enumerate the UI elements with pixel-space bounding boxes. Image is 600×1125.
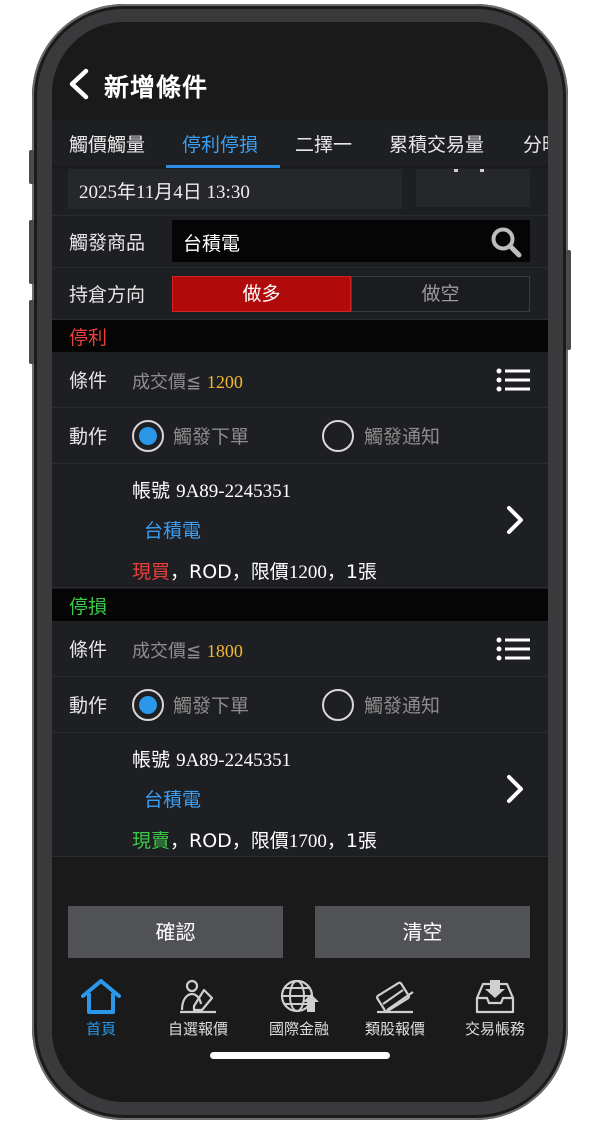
nav-home[interactable]: 首頁 — [56, 976, 146, 1039]
position-direction-label: 持倉方向 — [69, 284, 146, 306]
globe-icon — [280, 979, 319, 1013]
app-screen: 新增條件 觸價觸量 停利停損 二擇一 累積交易量 分時 2025年11月4日 1… — [52, 22, 548, 1102]
take-profit-title: 停利 — [69, 327, 108, 349]
order-side: 現賣 — [132, 830, 171, 852]
sector-icon — [376, 981, 414, 1014]
volume-down-button — [29, 300, 34, 364]
take-profit-action-row: 動作 觸發下單 觸發通知 — [52, 408, 548, 464]
account-prefix: 帳號 — [132, 480, 171, 502]
nav-international-label: 國際金融 — [268, 1020, 329, 1038]
order-summary: 現賣，ROD，限價1700，1張 — [132, 826, 377, 853]
nav-international[interactable]: 國際金融 — [254, 976, 344, 1039]
datetime-extra-field[interactable] — [416, 169, 530, 207]
order-stock: 台積電 — [144, 520, 202, 542]
search-icon[interactable] — [490, 226, 522, 258]
long-button[interactable]: 做多 — [172, 276, 351, 312]
trigger-order-radio[interactable] — [132, 420, 164, 452]
tab-take-profit-stop-loss[interactable]: 停利停損 — [182, 130, 258, 157]
confirm-button[interactable]: 確認 — [68, 906, 283, 958]
list-icon[interactable] — [496, 368, 530, 392]
condition-tabs: 觸價觸量 停利停損 二擇一 累積交易量 分時 — [52, 120, 548, 166]
order-details-a: ，ROD，限價 — [170, 830, 289, 852]
trigger-stock-input[interactable]: 台積電 — [172, 220, 530, 262]
condition-text: 成交價≦ 1200 — [132, 368, 243, 394]
condition-label: 條件 — [69, 639, 108, 661]
list-icon[interactable] — [496, 637, 530, 661]
watchlist-icon — [180, 979, 216, 1014]
bottom-navigation: 首頁 自選報價 國際金融 類股報價 交易帳務 — [52, 970, 548, 1102]
order-summary: 現買，ROD，限價1200，1張 — [132, 557, 377, 584]
nav-home-label: 首頁 — [85, 1020, 116, 1038]
order-details-b: ，1張 — [326, 561, 377, 583]
trigger-notify-label: 觸發通知 — [364, 426, 441, 448]
order-price: 1200 — [288, 562, 327, 583]
datetime-value: 2025年11月4日 13:30 — [79, 182, 250, 203]
stop-loss-title: 停損 — [69, 596, 108, 618]
tab-touch-price-volume[interactable]: 觸價觸量 — [69, 130, 145, 157]
account-text: 帳號 9A89-2245351 — [132, 476, 291, 503]
page-title: 新增條件 — [104, 73, 209, 102]
account-tray-icon — [475, 980, 515, 1014]
take-profit-condition-row[interactable]: 條件 成交價≦ 1200 — [52, 352, 548, 408]
trigger-notify-radio[interactable] — [322, 420, 354, 452]
trigger-notify-label: 觸發通知 — [364, 695, 441, 717]
condition-prefix: 成交價≦ — [132, 372, 202, 393]
chevron-right-icon[interactable] — [504, 504, 526, 536]
stop-loss-order-row[interactable]: 帳號 9A89-2245351 台積電 現賣，ROD，限價1700，1張 — [52, 733, 548, 857]
trigger-order-label: 觸發下單 — [173, 695, 250, 717]
trigger-order-label: 觸發下單 — [173, 426, 250, 448]
home-icon — [81, 979, 121, 1014]
action-label: 動作 — [69, 695, 108, 717]
trigger-stock-value: 台積電 — [183, 233, 241, 255]
tab-either-or[interactable]: 二擇一 — [295, 130, 352, 157]
datetime-field[interactable]: 2025年11月4日 13:30 — [68, 169, 402, 209]
condition-label: 條件 — [69, 370, 108, 392]
nav-trading-account-label: 交易帳務 — [464, 1020, 525, 1038]
trigger-stock-label: 觸發商品 — [69, 232, 146, 254]
home-indicator — [210, 1052, 390, 1059]
nav-trading-account[interactable]: 交易帳務 — [450, 976, 540, 1039]
volume-up-button — [29, 220, 34, 284]
account-text: 帳號 9A89-2245351 — [132, 745, 291, 772]
top-bar: 新增條件 — [52, 22, 548, 120]
condition-price: 1200 — [206, 372, 243, 392]
order-details-a: ，ROD，限價 — [170, 561, 289, 583]
back-arrow-icon[interactable] — [66, 68, 94, 100]
nav-watchlist-label: 自選報價 — [167, 1020, 228, 1038]
action-label: 動作 — [69, 426, 108, 448]
take-profit-heading: 停利 — [52, 320, 548, 352]
condition-prefix: 成交價≦ — [132, 641, 202, 662]
tab-time-sharing[interactable]: 分時 — [523, 130, 548, 157]
order-stock: 台積電 — [144, 789, 202, 811]
account-number: 9A89-2245351 — [176, 481, 292, 502]
nav-watchlist[interactable]: 自選報價 — [153, 976, 243, 1039]
stop-loss-condition-row[interactable]: 條件 成交價≦ 1800 — [52, 621, 548, 677]
order-details-b: ，1張 — [326, 830, 377, 852]
condition-text: 成交價≦ 1800 — [132, 637, 243, 663]
nav-sector-quotes-label: 類股報價 — [364, 1020, 425, 1038]
nav-sector-quotes[interactable]: 類股報價 — [350, 976, 440, 1039]
mute-switch — [29, 150, 34, 184]
account-number: 9A89-2245351 — [176, 750, 292, 771]
clear-button[interactable]: 清空 — [315, 906, 530, 958]
condition-price: 1800 — [206, 641, 243, 661]
trigger-notify-radio[interactable] — [322, 689, 354, 721]
short-button[interactable]: 做空 — [351, 276, 530, 312]
stop-loss-heading: 停損 — [52, 589, 548, 621]
power-button — [566, 250, 571, 350]
chevron-right-icon[interactable] — [504, 773, 526, 805]
trigger-order-radio[interactable] — [132, 689, 164, 721]
order-side: 現買 — [132, 561, 171, 583]
account-prefix: 帳號 — [132, 749, 171, 771]
take-profit-order-row[interactable]: 帳號 9A89-2245351 台積電 現買，ROD，限價1200，1張 — [52, 464, 548, 588]
stop-loss-action-row: 動作 觸發下單 觸發通知 — [52, 677, 548, 733]
order-price: 1700 — [288, 831, 327, 852]
tab-cumulative-volume[interactable]: 累積交易量 — [389, 130, 484, 157]
